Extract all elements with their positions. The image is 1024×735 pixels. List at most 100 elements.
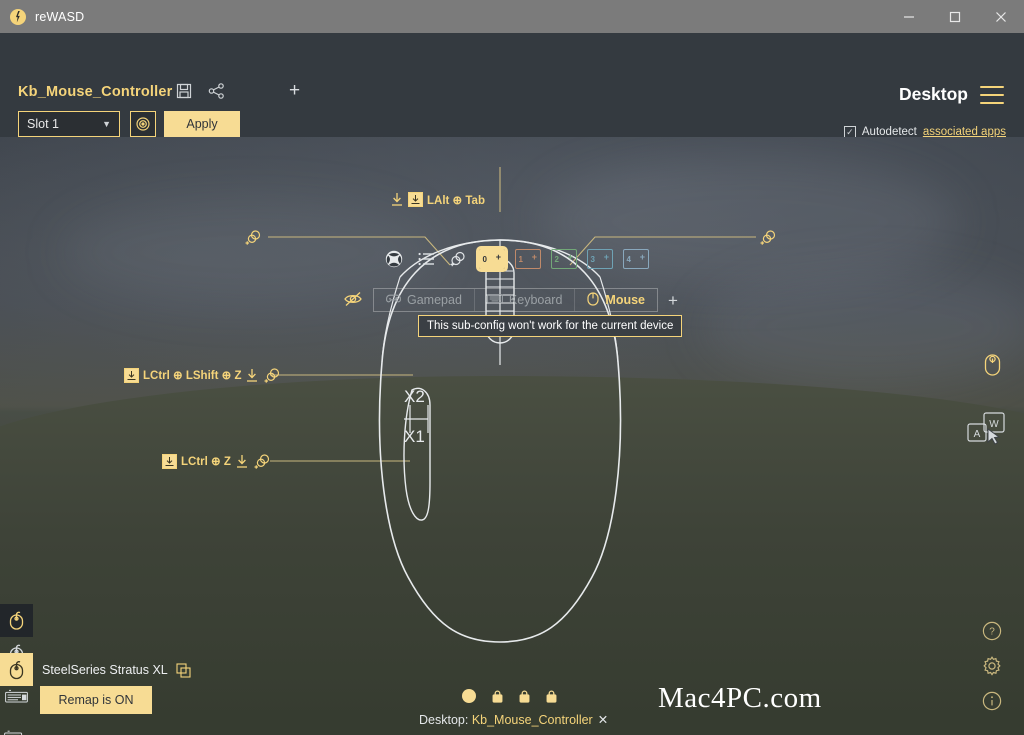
wasd-cursor-icon[interactable]: A W: [966, 409, 1008, 449]
svg-text:W: W: [989, 419, 999, 430]
add-binding-icon: [263, 367, 280, 383]
rail-item-mouse-active[interactable]: [0, 604, 33, 637]
tab-keyboard[interactable]: Keyboard: [473, 289, 575, 311]
page-title: Desktop: [898, 84, 968, 104]
device-name: SteelSeries Stratus XL: [42, 662, 168, 677]
device-bar: SteelSeries Stratus XL: [0, 653, 191, 686]
add-binding-icon: [759, 229, 776, 245]
subconfig-tooltip: This sub-config won't work for the curre…: [418, 315, 683, 337]
binding-x1-label: LCtrl ⊕ Z: [181, 456, 231, 468]
binding-left-click-add[interactable]: [244, 229, 261, 245]
keyboard-tile-icon: [162, 453, 177, 469]
binding-top-hidden[interactable]: LAlt ⊕ Tab: [390, 192, 485, 207]
shift-layer-1-label: 1: [518, 254, 523, 264]
eye-off-icon[interactable]: [343, 290, 363, 310]
lock-icon[interactable]: [546, 689, 557, 703]
side-button-x2-label: X2: [404, 387, 425, 406]
rail-item-keyboard-help[interactable]: ?: [0, 721, 33, 735]
bolt-icon: [10, 8, 26, 25]
shift-layer-toolbar: 0 + 1 + 2 + 3 + 4 +: [383, 246, 649, 272]
shift-layer-3-plus: +: [603, 252, 609, 262]
duplicate-icon[interactable]: [176, 662, 191, 678]
keyboard-tile-icon: [408, 192, 423, 207]
config-name: Kb_Mouse_Controller: [18, 84, 173, 100]
share-icon[interactable]: [208, 83, 225, 104]
question-circle-icon[interactable]: ?: [976, 615, 1008, 647]
binding-x2-label: LCtrl ⊕ LShift ⊕ Z: [143, 370, 242, 382]
shift-layer-0[interactable]: 0 +: [476, 246, 508, 272]
hamburger-menu-icon[interactable]: [980, 86, 1004, 104]
binding-x2[interactable]: LCtrl ⊕ LShift ⊕ Z: [124, 367, 280, 383]
watermark: Mac4PC.com: [658, 682, 822, 714]
title-bar: reWASD: [0, 0, 1024, 33]
rewasd-window: reWASD Kb_Mouse_Controller + Slot 1 ▼ Ap…: [0, 0, 1024, 735]
shift-layer-0-plus: +: [495, 252, 501, 262]
tab-keyboard-label: Keyboard: [508, 293, 563, 307]
info-circle-icon[interactable]: [976, 685, 1008, 717]
slot-indicator-row: [462, 689, 557, 703]
status-prefix: Desktop:: [419, 713, 472, 727]
save-icon[interactable]: [176, 83, 192, 104]
window-controls: [886, 0, 1024, 33]
shift-layer-4[interactable]: 4 +: [623, 249, 649, 269]
mouse-icon: [587, 291, 600, 309]
shift-layer-3[interactable]: 3 +: [587, 249, 613, 269]
app-title: reWASD: [35, 9, 85, 24]
tab-gamepad-label: Gamepad: [407, 293, 462, 307]
mapping-canvas: X2 X1 0 + 1 + 2 + 3 + 4 + Gamepad Keyboa…: [0, 137, 1024, 735]
tab-mouse-label: Mouse: [605, 293, 646, 307]
minimize-button[interactable]: [886, 0, 932, 33]
mouse-circle-icon[interactable]: [976, 349, 1008, 381]
shift-layer-1-plus: +: [531, 252, 537, 262]
add-binding-icon: [253, 453, 269, 469]
binding-x1[interactable]: LCtrl ⊕ Z: [162, 453, 269, 469]
rail-divider: [0, 712, 33, 721]
add-config-tab-button[interactable]: +: [289, 81, 300, 100]
tab-gamepad[interactable]: Gamepad: [374, 289, 474, 311]
subconfig-tabs: Gamepad Keyboard Mouse +: [343, 288, 678, 312]
gear-icon[interactable]: [976, 650, 1008, 682]
activation-icon: [235, 454, 249, 469]
close-config-icon[interactable]: ✕: [598, 713, 608, 727]
shift-layer-2[interactable]: 2 +: [551, 249, 577, 269]
add-binding-icon: [244, 229, 261, 245]
svg-text:A: A: [974, 429, 981, 440]
add-subconfig-button[interactable]: +: [668, 292, 678, 309]
remap-toggle-button[interactable]: Remap is ON: [40, 686, 152, 714]
activation-icon: [245, 368, 259, 383]
chevron-down-icon: ▼: [102, 119, 111, 129]
side-button-x1-label: X1: [404, 427, 425, 446]
shift-layer-1[interactable]: 1 +: [515, 249, 541, 269]
apply-button[interactable]: Apply: [164, 111, 240, 137]
shift-layer-4-plus: +: [639, 252, 645, 262]
lock-icon[interactable]: [519, 689, 530, 703]
xbox-icon[interactable]: [383, 248, 405, 270]
shift-layer-2-label: 2: [554, 254, 559, 264]
target-icon[interactable]: [130, 111, 156, 137]
shift-layer-4-label: 4: [626, 254, 631, 264]
binding-right-click-add[interactable]: [759, 229, 776, 245]
tab-mouse[interactable]: Mouse: [574, 289, 657, 311]
status-config-line: Desktop: Kb_Mouse_Controller ✕: [419, 712, 608, 727]
maximize-button[interactable]: [932, 0, 978, 33]
gamepad-icon: [386, 293, 401, 307]
header-bar: Kb_Mouse_Controller + Slot 1 ▼ Apply Wil…: [0, 33, 1024, 155]
keyboard-tile-icon: [124, 367, 139, 383]
add-mapping-icon[interactable]: [447, 248, 469, 270]
slot-select[interactable]: Slot 1 ▼: [18, 111, 120, 137]
binding-top-label: LAlt ⊕ Tab: [427, 194, 485, 207]
subconfig-tab-group: Gamepad Keyboard Mouse: [373, 288, 659, 312]
keyboard-icon: [487, 293, 503, 307]
mouse-device-icon[interactable]: [0, 653, 33, 686]
slot-active-dot[interactable]: [462, 689, 476, 703]
list-icon[interactable]: [415, 248, 437, 270]
status-config-name: Kb_Mouse_Controller: [471, 713, 593, 727]
shift-layer-3-label: 3: [590, 254, 595, 264]
close-button[interactable]: [978, 0, 1024, 33]
activation-icon: [390, 192, 404, 207]
right-tool-rail: A W ?: [967, 137, 1016, 735]
shift-layer-0-label: 0: [482, 254, 487, 264]
slot-select-value: Slot 1: [27, 117, 59, 131]
svg-text:?: ?: [989, 627, 995, 638]
lock-icon[interactable]: [492, 689, 503, 703]
